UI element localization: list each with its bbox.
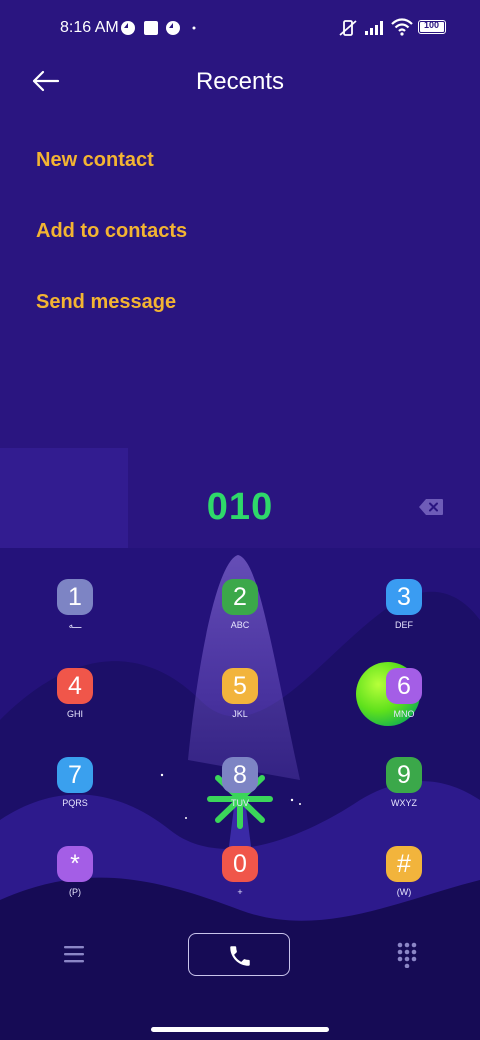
phone-icon <box>230 946 250 966</box>
dialpad-icon[interactable] <box>397 942 417 968</box>
page-title: Recents <box>195 68 285 95</box>
key-hash[interactable]: # (W) <box>374 846 434 916</box>
status-bar: 8:16 AM 100 <box>0 14 480 42</box>
wifi-icon <box>391 18 413 36</box>
key-8-letters: TUV <box>231 798 249 808</box>
notification-icon <box>166 21 180 35</box>
key-7-digit: 7 <box>57 757 93 793</box>
call-button[interactable] <box>188 933 290 976</box>
key-1[interactable]: 1 ـــه <box>45 579 105 649</box>
notification-icon <box>121 21 135 35</box>
key-4-digit: 4 <box>57 668 93 704</box>
status-time: 8:16 AM <box>60 19 119 36</box>
key-6-digit: 6 <box>386 668 422 704</box>
key-4-letters: GHI <box>66 709 83 719</box>
key-star[interactable]: * (P) <box>45 846 105 916</box>
key-5[interactable]: 5 JKL <box>210 668 270 738</box>
key-8[interactable]: 8 TUV <box>210 757 270 827</box>
key-6[interactable]: 6 MNO <box>374 668 434 738</box>
key-0[interactable]: 0 + <box>210 846 270 916</box>
key-2-letters: ABC <box>230 620 250 630</box>
backspace-icon[interactable] <box>418 498 444 516</box>
key-1-letters: ـــه <box>68 620 82 630</box>
add-to-contacts-option[interactable]: Add to contacts <box>36 220 187 243</box>
key-5-digit: 5 <box>222 668 258 704</box>
key-9-letters: WXYZ <box>391 798 417 808</box>
key-5-letters: JKL <box>232 709 248 719</box>
dialed-number: 010 <box>206 486 274 528</box>
dot-icon <box>192 26 196 30</box>
key-9[interactable]: 9 WXYZ <box>374 757 434 827</box>
key-4[interactable]: 4 GHI <box>45 668 105 738</box>
send-message-option[interactable]: Send message <box>36 291 176 314</box>
vibrate-off-icon <box>339 20 357 36</box>
key-star-letters: (P) <box>69 887 81 897</box>
key-6-letters: MNO <box>393 709 415 719</box>
key-8-digit: 8 <box>222 757 258 793</box>
key-7[interactable]: 7 PQRS <box>45 757 105 827</box>
key-hash-digit: # <box>386 846 422 882</box>
battery-icon: 100 <box>418 20 446 34</box>
battery-level: 100 <box>423 20 440 30</box>
key-star-digit: * <box>57 846 93 882</box>
key-7-letters: PQRS <box>62 798 88 808</box>
key-3-digit: 3 <box>386 579 422 615</box>
signal-icon <box>365 21 383 35</box>
key-2[interactable]: 2 ABC <box>210 579 270 649</box>
key-hash-letters: (W) <box>396 887 412 897</box>
key-1-digit: 1 <box>57 579 93 615</box>
key-0-digit: 0 <box>222 846 258 882</box>
menu-icon[interactable] <box>63 944 85 964</box>
new-contact-option[interactable]: New contact <box>36 149 154 172</box>
key-2-digit: 2 <box>222 579 258 615</box>
key-0-letters: + <box>237 887 243 897</box>
app-bar: Recents <box>0 60 480 104</box>
key-9-digit: 9 <box>386 757 422 793</box>
gallery-notification-icon <box>144 21 158 35</box>
key-3[interactable]: 3 DEF <box>374 579 434 649</box>
key-3-letters: DEF <box>395 620 413 630</box>
home-indicator[interactable] <box>151 1027 329 1032</box>
